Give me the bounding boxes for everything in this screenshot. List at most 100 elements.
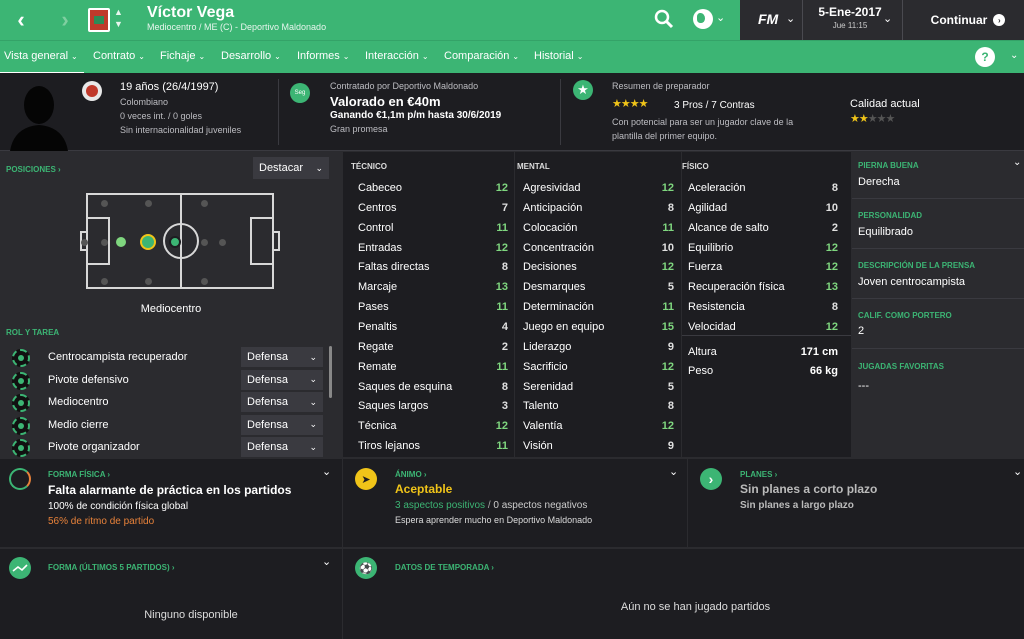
- physical-attributes: FÍSICO Aceleración 8 Agilidad 10 Alcance de …: [682, 152, 851, 457]
- attribute-value: 7: [501, 201, 508, 214]
- chevron-down-icon[interactable]: ⌄: [883, 12, 892, 25]
- attribute-row[interactable]: Determinación 11: [523, 297, 674, 317]
- attribute-row[interactable]: Valentía 12: [523, 416, 674, 436]
- role-name: Mediocentro: [48, 396, 109, 408]
- role-row[interactable]: Pivote organizador Defensa ⌄: [12, 436, 342, 458]
- season-stats-title[interactable]: DATOS DE TEMPORADA ›: [395, 563, 494, 572]
- attribute-row[interactable]: Saques de esquina 8: [358, 377, 508, 397]
- continue-button[interactable]: Continuar ›: [912, 0, 1024, 40]
- highlight-dropdown[interactable]: Destacar ⌄: [253, 157, 329, 179]
- attribute-row[interactable]: Equilibrio 12: [688, 238, 838, 258]
- morale-title[interactable]: ÁNIMO ›: [395, 470, 427, 479]
- tab-vista-general[interactable]: Vista general ⌄: [4, 50, 78, 62]
- position-dot: [100, 199, 108, 207]
- chevron-down-icon[interactable]: ⌄: [1010, 50, 1018, 61]
- player-up-down-arrows-icon[interactable]: ▲ ▼: [114, 6, 123, 30]
- attribute-value: 12: [661, 261, 674, 274]
- roles-scrollbar[interactable]: [329, 346, 332, 398]
- fitness-title[interactable]: FORMA FÍSICA ›: [48, 470, 110, 479]
- attribute-row[interactable]: Tiros lejanos 11: [358, 436, 508, 456]
- attribute-row[interactable]: Agilidad 10: [688, 198, 838, 218]
- attribute-row[interactable]: Control 11: [358, 218, 508, 238]
- attribute-value: 3: [501, 400, 508, 413]
- duty-dropdown[interactable]: Defensa ⌄: [241, 347, 323, 367]
- attribute-value: 12: [661, 182, 674, 194]
- positive-aspects[interactable]: 3 aspectos positivos: [395, 500, 485, 511]
- attribute-row[interactable]: Anticipación 8: [523, 198, 674, 218]
- duty-dropdown[interactable]: Defensa ⌄: [241, 414, 323, 435]
- fm-logo[interactable]: FM: [758, 11, 778, 27]
- attribute-row[interactable]: Serenidad 5: [523, 377, 674, 397]
- attribute-row[interactable]: Marcaje 13: [358, 277, 508, 297]
- attribute-value: 11: [662, 301, 674, 314]
- chevron-down-icon[interactable]: ⌄: [322, 555, 331, 568]
- coach-report-title[interactable]: Resumen de preparador: [612, 81, 710, 91]
- attribute-row[interactable]: Cabeceo 12: [358, 178, 508, 198]
- help-icon[interactable]: ?: [975, 47, 995, 67]
- attribute-row[interactable]: Aceleración 8: [688, 178, 838, 198]
- role-row[interactable]: Mediocentro Defensa ⌄: [12, 391, 342, 413]
- globe-icon[interactable]: [693, 9, 713, 29]
- attribute-row[interactable]: Colocación 11: [523, 218, 674, 238]
- chevron-down-icon[interactable]: ⌄: [1013, 465, 1022, 478]
- attribute-row[interactable]: Visión 9: [523, 436, 674, 456]
- chevron-down-icon[interactable]: ⌄: [716, 11, 725, 24]
- attribute-row[interactable]: Resistencia 8: [688, 297, 838, 317]
- tab-contrato[interactable]: Contrato ⌄: [93, 50, 145, 62]
- attribute-row[interactable]: Concentración 10: [523, 238, 674, 258]
- chevron-down-icon[interactable]: ⌄: [786, 12, 795, 25]
- attribute-row[interactable]: Alcance de salto 2: [688, 218, 838, 238]
- attribute-row[interactable]: Regate 2: [358, 337, 508, 357]
- tab-desarrollo[interactable]: Desarrollo ⌄: [221, 50, 281, 62]
- attribute-row[interactable]: Sacrificio 12: [523, 357, 674, 377]
- attribute-row[interactable]: Remate 11: [358, 357, 508, 377]
- attribute-row[interactable]: Desmarques 5: [523, 277, 674, 297]
- positions-title[interactable]: POSICIONES ›: [6, 165, 61, 174]
- search-icon[interactable]: [654, 8, 674, 30]
- duty-dropdown[interactable]: Defensa ⌄: [241, 369, 323, 390]
- attribute-row[interactable]: Entradas 12: [358, 238, 508, 258]
- attribute-row[interactable]: Fuerza 12: [688, 257, 838, 277]
- chevron-down-icon[interactable]: ⌄: [322, 465, 331, 478]
- attribute-row[interactable]: Recuperación física 13: [688, 277, 838, 297]
- player-nationality[interactable]: Colombiano: [120, 97, 168, 107]
- goalkeeper-rating-label: CALIF. COMO PORTERO: [858, 311, 952, 320]
- role-suitability-icon: [12, 416, 30, 435]
- role-row[interactable]: Medio cierre Defensa ⌄: [12, 414, 342, 436]
- plans-panel: › PLANES › ⌄ Sin planes a corto plazo Si…: [688, 459, 1024, 547]
- attribute-row[interactable]: Centros 7: [358, 198, 508, 218]
- attribute-row[interactable]: Talento 8: [523, 396, 674, 416]
- plans-title[interactable]: PLANES ›: [740, 470, 777, 479]
- tab-historial[interactable]: Historial ⌄: [534, 50, 583, 62]
- attribute-row[interactable]: Decisiones 12: [523, 257, 674, 277]
- negative-aspects[interactable]: 0 aspectos negativos: [493, 500, 587, 511]
- attribute-row[interactable]: Faltas directas 8: [358, 257, 508, 277]
- morale-expectation: Espera aprender mucho en Deportivo Maldo…: [395, 515, 593, 525]
- chevron-down-icon[interactable]: ⌄: [1013, 157, 1021, 168]
- attribute-row[interactable]: Penaltis 4: [358, 317, 508, 337]
- contracted-by[interactable]: Contratado por Deportivo Maldonado: [330, 81, 478, 91]
- club-crest-icon[interactable]: [88, 8, 110, 32]
- role-row[interactable]: Pivote defensivo Defensa ⌄: [12, 369, 342, 391]
- attribute-row[interactable]: Liderazgo 9: [523, 337, 674, 357]
- duty-dropdown[interactable]: Defensa ⌄: [241, 392, 323, 412]
- form-title[interactable]: FORMA (ÚLTIMOS 5 PARTIDOS) ›: [48, 563, 175, 572]
- tab-interaccion[interactable]: Interacción ⌄: [365, 50, 429, 62]
- forward-arrow-icon[interactable]: ›: [52, 0, 78, 40]
- tab-informes[interactable]: Informes ⌄: [297, 50, 350, 62]
- tab-fichaje[interactable]: Fichaje ⌄: [160, 50, 205, 62]
- attribute-row[interactable]: Agresividad 12: [523, 178, 674, 198]
- attribute-row[interactable]: Velocidad 12: [688, 317, 838, 337]
- current-date[interactable]: 5-Ene-2017: [810, 5, 890, 19]
- tab-comparacion[interactable]: Comparación ⌄: [444, 50, 519, 62]
- player-header: 19 años (26/4/1997) Colombiano 0 veces i…: [0, 73, 1024, 151]
- attribute-row[interactable]: Saques largos 3: [358, 396, 508, 416]
- chevron-down-icon[interactable]: ⌄: [669, 465, 678, 478]
- nationality-flag-icon: [82, 81, 102, 101]
- back-arrow-icon[interactable]: ‹: [8, 0, 34, 40]
- attribute-row[interactable]: Juego en equipo 15: [523, 317, 674, 337]
- attribute-row[interactable]: Pases 11: [358, 297, 508, 317]
- role-row[interactable]: Centrocampista recuperador Defensa ⌄: [12, 346, 342, 368]
- attribute-row[interactable]: Técnica 12: [358, 416, 508, 436]
- duty-dropdown[interactable]: Defensa ⌄: [241, 437, 323, 457]
